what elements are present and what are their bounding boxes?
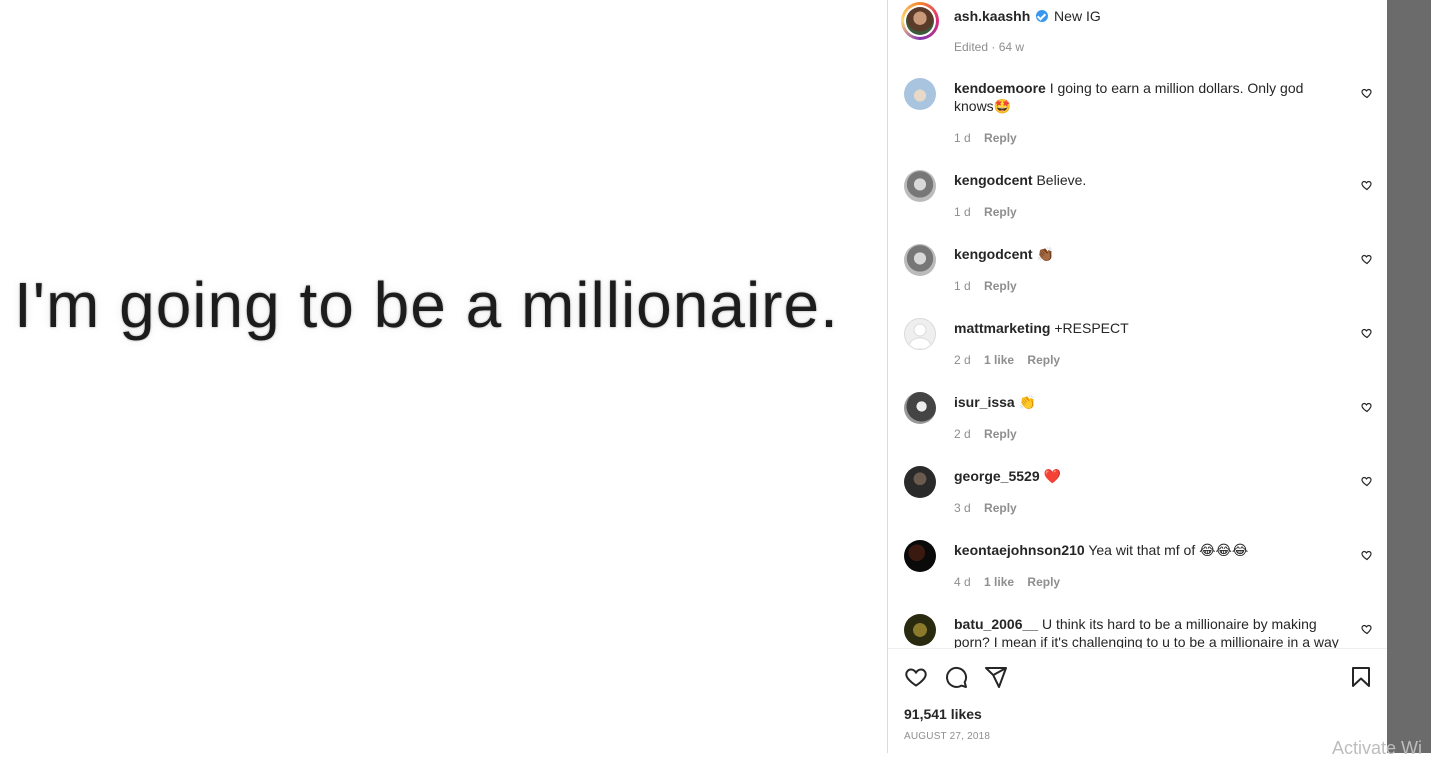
- avatar[interactable]: [904, 170, 936, 202]
- comments-panel: ash.kaashh New IG Edited · 64 w kendoemo…: [887, 0, 1388, 754]
- heart-icon[interactable]: [1361, 475, 1373, 487]
- post-image-text: I'm going to be a millionaire.: [14, 269, 839, 341]
- comment-icon[interactable]: [944, 665, 968, 689]
- post-image: I'm going to be a millionaire.: [0, 0, 887, 753]
- comment-username[interactable]: george_5529: [954, 468, 1040, 484]
- comment-time: 4 d: [954, 575, 971, 589]
- comment-text: Believe.: [1036, 172, 1087, 188]
- comment-text: 👏: [1018, 394, 1037, 410]
- reply-button[interactable]: Reply: [1027, 575, 1060, 589]
- comment-text: +RESPECT: [1054, 320, 1129, 336]
- heart-icon[interactable]: [1361, 327, 1373, 339]
- comment-username[interactable]: keontaejohnson210: [954, 542, 1085, 558]
- avatar[interactable]: [904, 540, 936, 572]
- comment-time: 1 d: [954, 131, 971, 145]
- comment-time: 2 d: [954, 353, 971, 367]
- reply-button[interactable]: Reply: [984, 279, 1017, 293]
- comments-list[interactable]: ash.kaashh New IG Edited · 64 w kendoemo…: [888, 0, 1388, 648]
- like-count[interactable]: 91,541 likes: [904, 706, 982, 722]
- avatar[interactable]: [904, 244, 936, 276]
- comment-time: 2 d: [954, 427, 971, 441]
- heart-icon[interactable]: [1361, 253, 1373, 265]
- comment-text: ❤️: [1043, 468, 1061, 484]
- avatar[interactable]: [904, 318, 936, 350]
- caption-username[interactable]: ash.kaashh: [954, 8, 1030, 24]
- comment-time: 3 d: [954, 501, 971, 515]
- comment-likes[interactable]: 1 like: [984, 353, 1014, 367]
- comment-username[interactable]: mattmarketing: [954, 320, 1050, 336]
- caption-meta: Edited · 64 w: [954, 40, 1025, 54]
- reply-button[interactable]: Reply: [1027, 353, 1060, 367]
- comment-time: 1 d: [954, 205, 971, 219]
- share-icon[interactable]: [984, 665, 1008, 689]
- comment-text: Yea wit that mf of 😂😂😂: [1088, 542, 1249, 558]
- heart-icon[interactable]: [1361, 549, 1373, 561]
- avatar[interactable]: [904, 392, 936, 424]
- heart-icon[interactable]: [1361, 87, 1373, 99]
- verified-badge-icon: [1036, 10, 1049, 22]
- heart-icon[interactable]: [1361, 623, 1373, 635]
- reply-button[interactable]: Reply: [984, 131, 1017, 145]
- heart-icon[interactable]: [1361, 179, 1373, 191]
- comment-username[interactable]: kengodcent: [954, 246, 1033, 262]
- caption-text: New IG: [1054, 8, 1101, 24]
- avatar[interactable]: [901, 2, 939, 40]
- post-actions: 91,541 likes AUGUST 27, 2018: [888, 648, 1388, 754]
- like-heart-icon[interactable]: [904, 665, 928, 689]
- avatar[interactable]: [904, 466, 936, 498]
- reply-button[interactable]: Reply: [984, 501, 1017, 515]
- comment-text: 👏🏾: [1036, 246, 1054, 262]
- activation-watermark: Activate Wi: [1332, 738, 1423, 758]
- bookmark-icon[interactable]: [1349, 665, 1373, 689]
- comment-username[interactable]: isur_issa: [954, 394, 1015, 410]
- avatar[interactable]: [904, 614, 936, 646]
- heart-icon[interactable]: [1361, 401, 1373, 413]
- reply-button[interactable]: Reply: [984, 205, 1017, 219]
- comment-username[interactable]: batu_2006__: [954, 616, 1038, 632]
- avatar[interactable]: [904, 78, 936, 110]
- reply-button[interactable]: Reply: [984, 427, 1017, 441]
- comment-likes[interactable]: 1 like: [984, 575, 1014, 589]
- comment-username[interactable]: kengodcent: [954, 172, 1033, 188]
- comment-time: 1 d: [954, 279, 971, 293]
- post-date: AUGUST 27, 2018: [904, 731, 991, 742]
- overlay-backdrop: [1387, 0, 1431, 753]
- comment-username[interactable]: kendoemoore: [954, 80, 1046, 96]
